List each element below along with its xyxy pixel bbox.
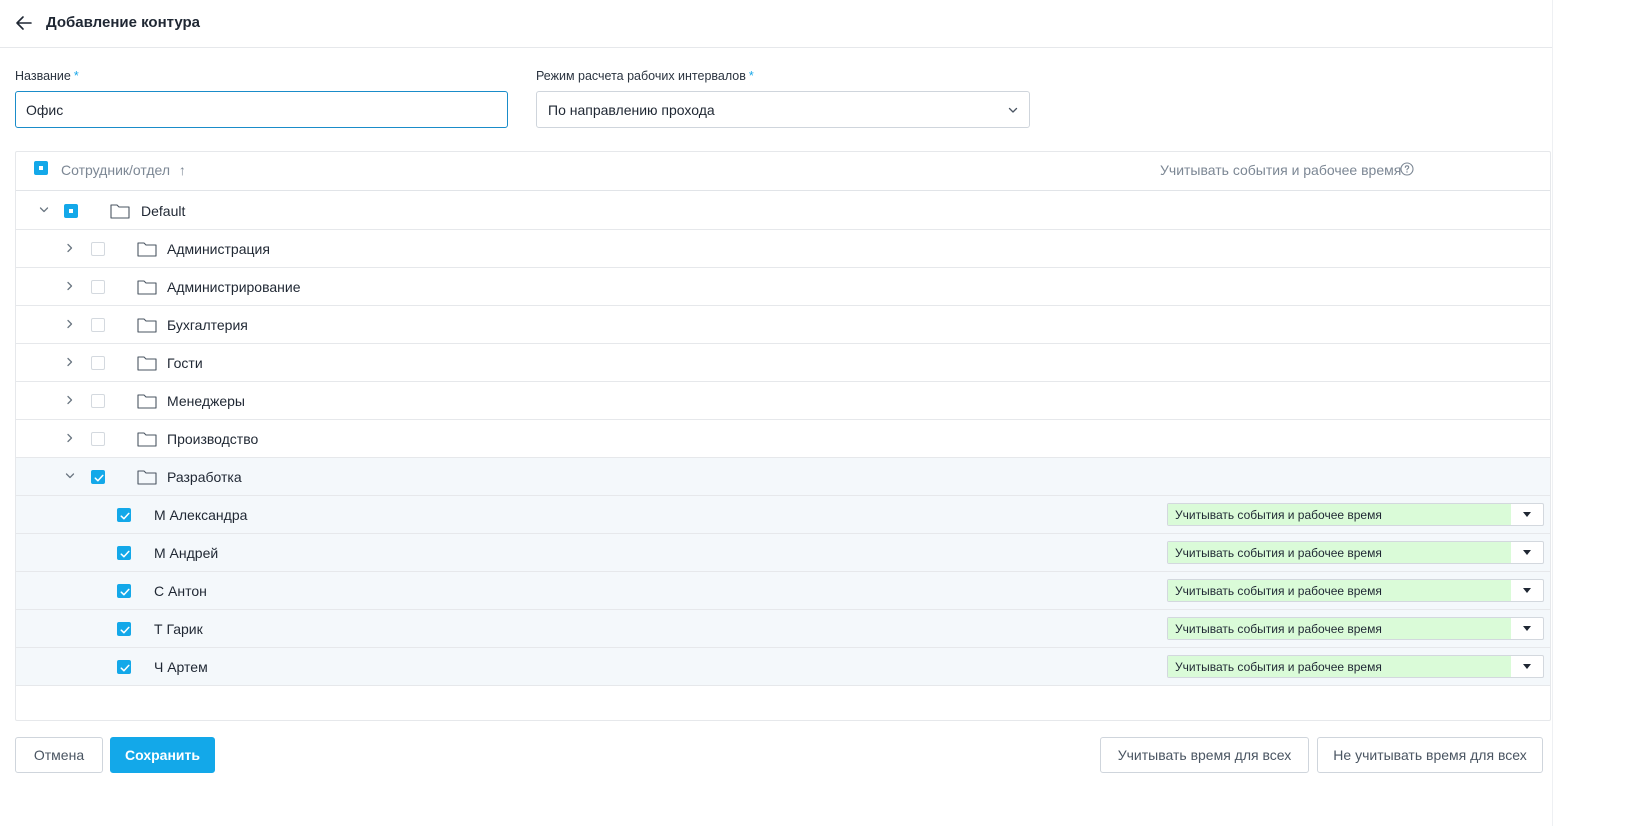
row-checkbox[interactable] bbox=[91, 280, 105, 294]
tree-row-root[interactable]: Default bbox=[16, 192, 1550, 230]
employee-name: Т Гарик bbox=[154, 621, 203, 637]
caret-down-icon bbox=[1523, 664, 1531, 669]
count-time-all-button[interactable]: Учитывать время для всех bbox=[1100, 737, 1309, 773]
mode-select-value: По направлению прохода bbox=[548, 101, 715, 118]
required-mark: * bbox=[73, 69, 79, 83]
chevron-down-icon bbox=[1008, 107, 1018, 113]
row-checkbox[interactable] bbox=[117, 622, 131, 636]
events-mode-value: Учитывать события и рабочее время bbox=[1175, 660, 1382, 674]
folder-icon bbox=[137, 242, 157, 257]
row-checkbox[interactable] bbox=[117, 546, 131, 560]
name-label-text: Название bbox=[15, 69, 71, 83]
folder-icon bbox=[137, 318, 157, 333]
table-header: Сотрудник/отдел ↑ Учитывать события и ра… bbox=[16, 152, 1550, 191]
required-mark: * bbox=[748, 69, 754, 83]
chevron-down-icon[interactable] bbox=[65, 471, 75, 481]
tree-label: Бухгалтерия bbox=[167, 317, 248, 333]
save-button[interactable]: Сохранить bbox=[110, 737, 215, 773]
chevron-right-icon[interactable] bbox=[65, 281, 75, 291]
row-checkbox[interactable] bbox=[117, 660, 131, 674]
events-mode-select[interactable]: Учитывать события и рабочее время bbox=[1167, 503, 1544, 526]
row-checkbox[interactable] bbox=[91, 394, 105, 408]
folder-icon bbox=[137, 394, 157, 409]
employee-table: Сотрудник/отдел ↑ Учитывать события и ра… bbox=[15, 151, 1551, 721]
events-mode-select[interactable]: Учитывать события и рабочее время bbox=[1167, 655, 1544, 678]
folder-icon bbox=[137, 470, 157, 485]
caret-down-icon bbox=[1523, 588, 1531, 593]
events-mode-value: Учитывать события и рабочее время bbox=[1175, 546, 1382, 560]
column-header-employee-label: Сотрудник/отдел bbox=[61, 162, 170, 178]
right-gutter bbox=[1552, 0, 1648, 826]
row-checkbox[interactable] bbox=[91, 356, 105, 370]
employee-name: М Андрей bbox=[154, 545, 219, 561]
page-header: Добавление контура bbox=[0, 0, 1552, 48]
page-title: Добавление контура bbox=[46, 14, 201, 31]
row-checkbox[interactable] bbox=[91, 318, 105, 332]
tree-row-employee[interactable]: М Андрей Учитывать события и рабочее врем… bbox=[16, 534, 1550, 572]
folder-icon bbox=[137, 356, 157, 371]
employee-name: С Антон bbox=[154, 583, 207, 599]
events-mode-select[interactable]: Учитывать события и рабочее время bbox=[1167, 579, 1544, 602]
events-mode-value: Учитывать события и рабочее время bbox=[1175, 508, 1382, 522]
tree-label: Гости bbox=[167, 355, 203, 371]
chevron-down-icon[interactable] bbox=[39, 205, 49, 215]
tree-label: Администрирование bbox=[167, 279, 301, 295]
tree-label: Администрация bbox=[167, 241, 270, 257]
tree-row-department[interactable]: Производство bbox=[16, 420, 1550, 458]
mode-field-label: Режим расчета рабочих интервалов * bbox=[536, 69, 754, 83]
events-mode-value: Учитывать события и рабочее время bbox=[1175, 622, 1382, 636]
row-checkbox[interactable] bbox=[117, 584, 131, 598]
events-mode-select[interactable]: Учитывать события и рабочее время bbox=[1167, 617, 1544, 640]
caret-down-icon bbox=[1523, 550, 1531, 555]
tree-row-department[interactable]: Менеджеры bbox=[16, 382, 1550, 420]
tree-label: Default bbox=[141, 203, 186, 219]
tree-row-department[interactable]: Разработка bbox=[16, 458, 1550, 496]
caret-down-icon bbox=[1523, 512, 1531, 517]
tree-label: Разработка bbox=[167, 469, 242, 485]
name-field-label: Название * bbox=[15, 69, 79, 83]
chevron-right-icon[interactable] bbox=[65, 433, 75, 443]
employee-name: М Александра bbox=[154, 507, 248, 523]
events-mode-select[interactable]: Учитывать события и рабочее время bbox=[1167, 541, 1544, 564]
folder-icon bbox=[137, 432, 157, 447]
mode-label-text: Режим расчета рабочих интервалов bbox=[536, 69, 746, 83]
chevron-right-icon[interactable] bbox=[65, 395, 75, 405]
row-checkbox[interactable] bbox=[64, 204, 78, 218]
folder-icon bbox=[110, 204, 130, 219]
tree-row-department[interactable]: Бухгалтерия bbox=[16, 306, 1550, 344]
chevron-right-icon[interactable] bbox=[65, 357, 75, 367]
row-checkbox[interactable] bbox=[91, 242, 105, 256]
arrow-left-icon[interactable] bbox=[14, 13, 34, 33]
name-input[interactable] bbox=[15, 91, 508, 128]
sort-arrow-icon: ↑ bbox=[178, 162, 186, 178]
tree-label: Менеджеры bbox=[167, 393, 245, 409]
select-all-checkbox[interactable] bbox=[34, 161, 48, 175]
employee-name: Ч Артем bbox=[154, 659, 208, 675]
tree-row-employee[interactable]: Ч Артем Учитывать события и рабочее время bbox=[16, 648, 1550, 686]
mode-select[interactable]: По направлению прохода bbox=[536, 91, 1030, 128]
tree-row-department[interactable]: Администрирование bbox=[16, 268, 1550, 306]
caret-down-icon bbox=[1523, 626, 1531, 631]
tree-row-employee[interactable]: М Александра Учитывать события и рабочее … bbox=[16, 496, 1550, 534]
row-checkbox[interactable] bbox=[91, 432, 105, 446]
events-mode-value: Учитывать события и рабочее время bbox=[1175, 584, 1382, 598]
question-circle-icon[interactable] bbox=[1400, 162, 1414, 176]
no-count-time-all-button[interactable]: Не учитывать время для всех bbox=[1317, 737, 1543, 773]
column-header-employee[interactable]: Сотрудник/отдел ↑ bbox=[61, 162, 186, 178]
tree-row-employee[interactable]: Т Гарик Учитывать события и рабочее время bbox=[16, 610, 1550, 648]
tree-label: Производство bbox=[167, 431, 259, 447]
chevron-right-icon[interactable] bbox=[65, 319, 75, 329]
row-checkbox[interactable] bbox=[117, 508, 131, 522]
tree-row-employee[interactable]: С Антон Учитывать события и рабочее время bbox=[16, 572, 1550, 610]
row-checkbox[interactable] bbox=[91, 470, 105, 484]
tree-row-department[interactable]: Гости bbox=[16, 344, 1550, 382]
column-header-events: Учитывать события и рабочее время bbox=[1160, 162, 1402, 178]
chevron-right-icon[interactable] bbox=[65, 243, 75, 253]
cancel-button[interactable]: Отмена bbox=[15, 737, 103, 773]
tree-row-department[interactable]: Администрация bbox=[16, 230, 1550, 268]
folder-icon bbox=[137, 280, 157, 295]
page: Добавление контура Название* Режим расче… bbox=[0, 0, 1568, 826]
